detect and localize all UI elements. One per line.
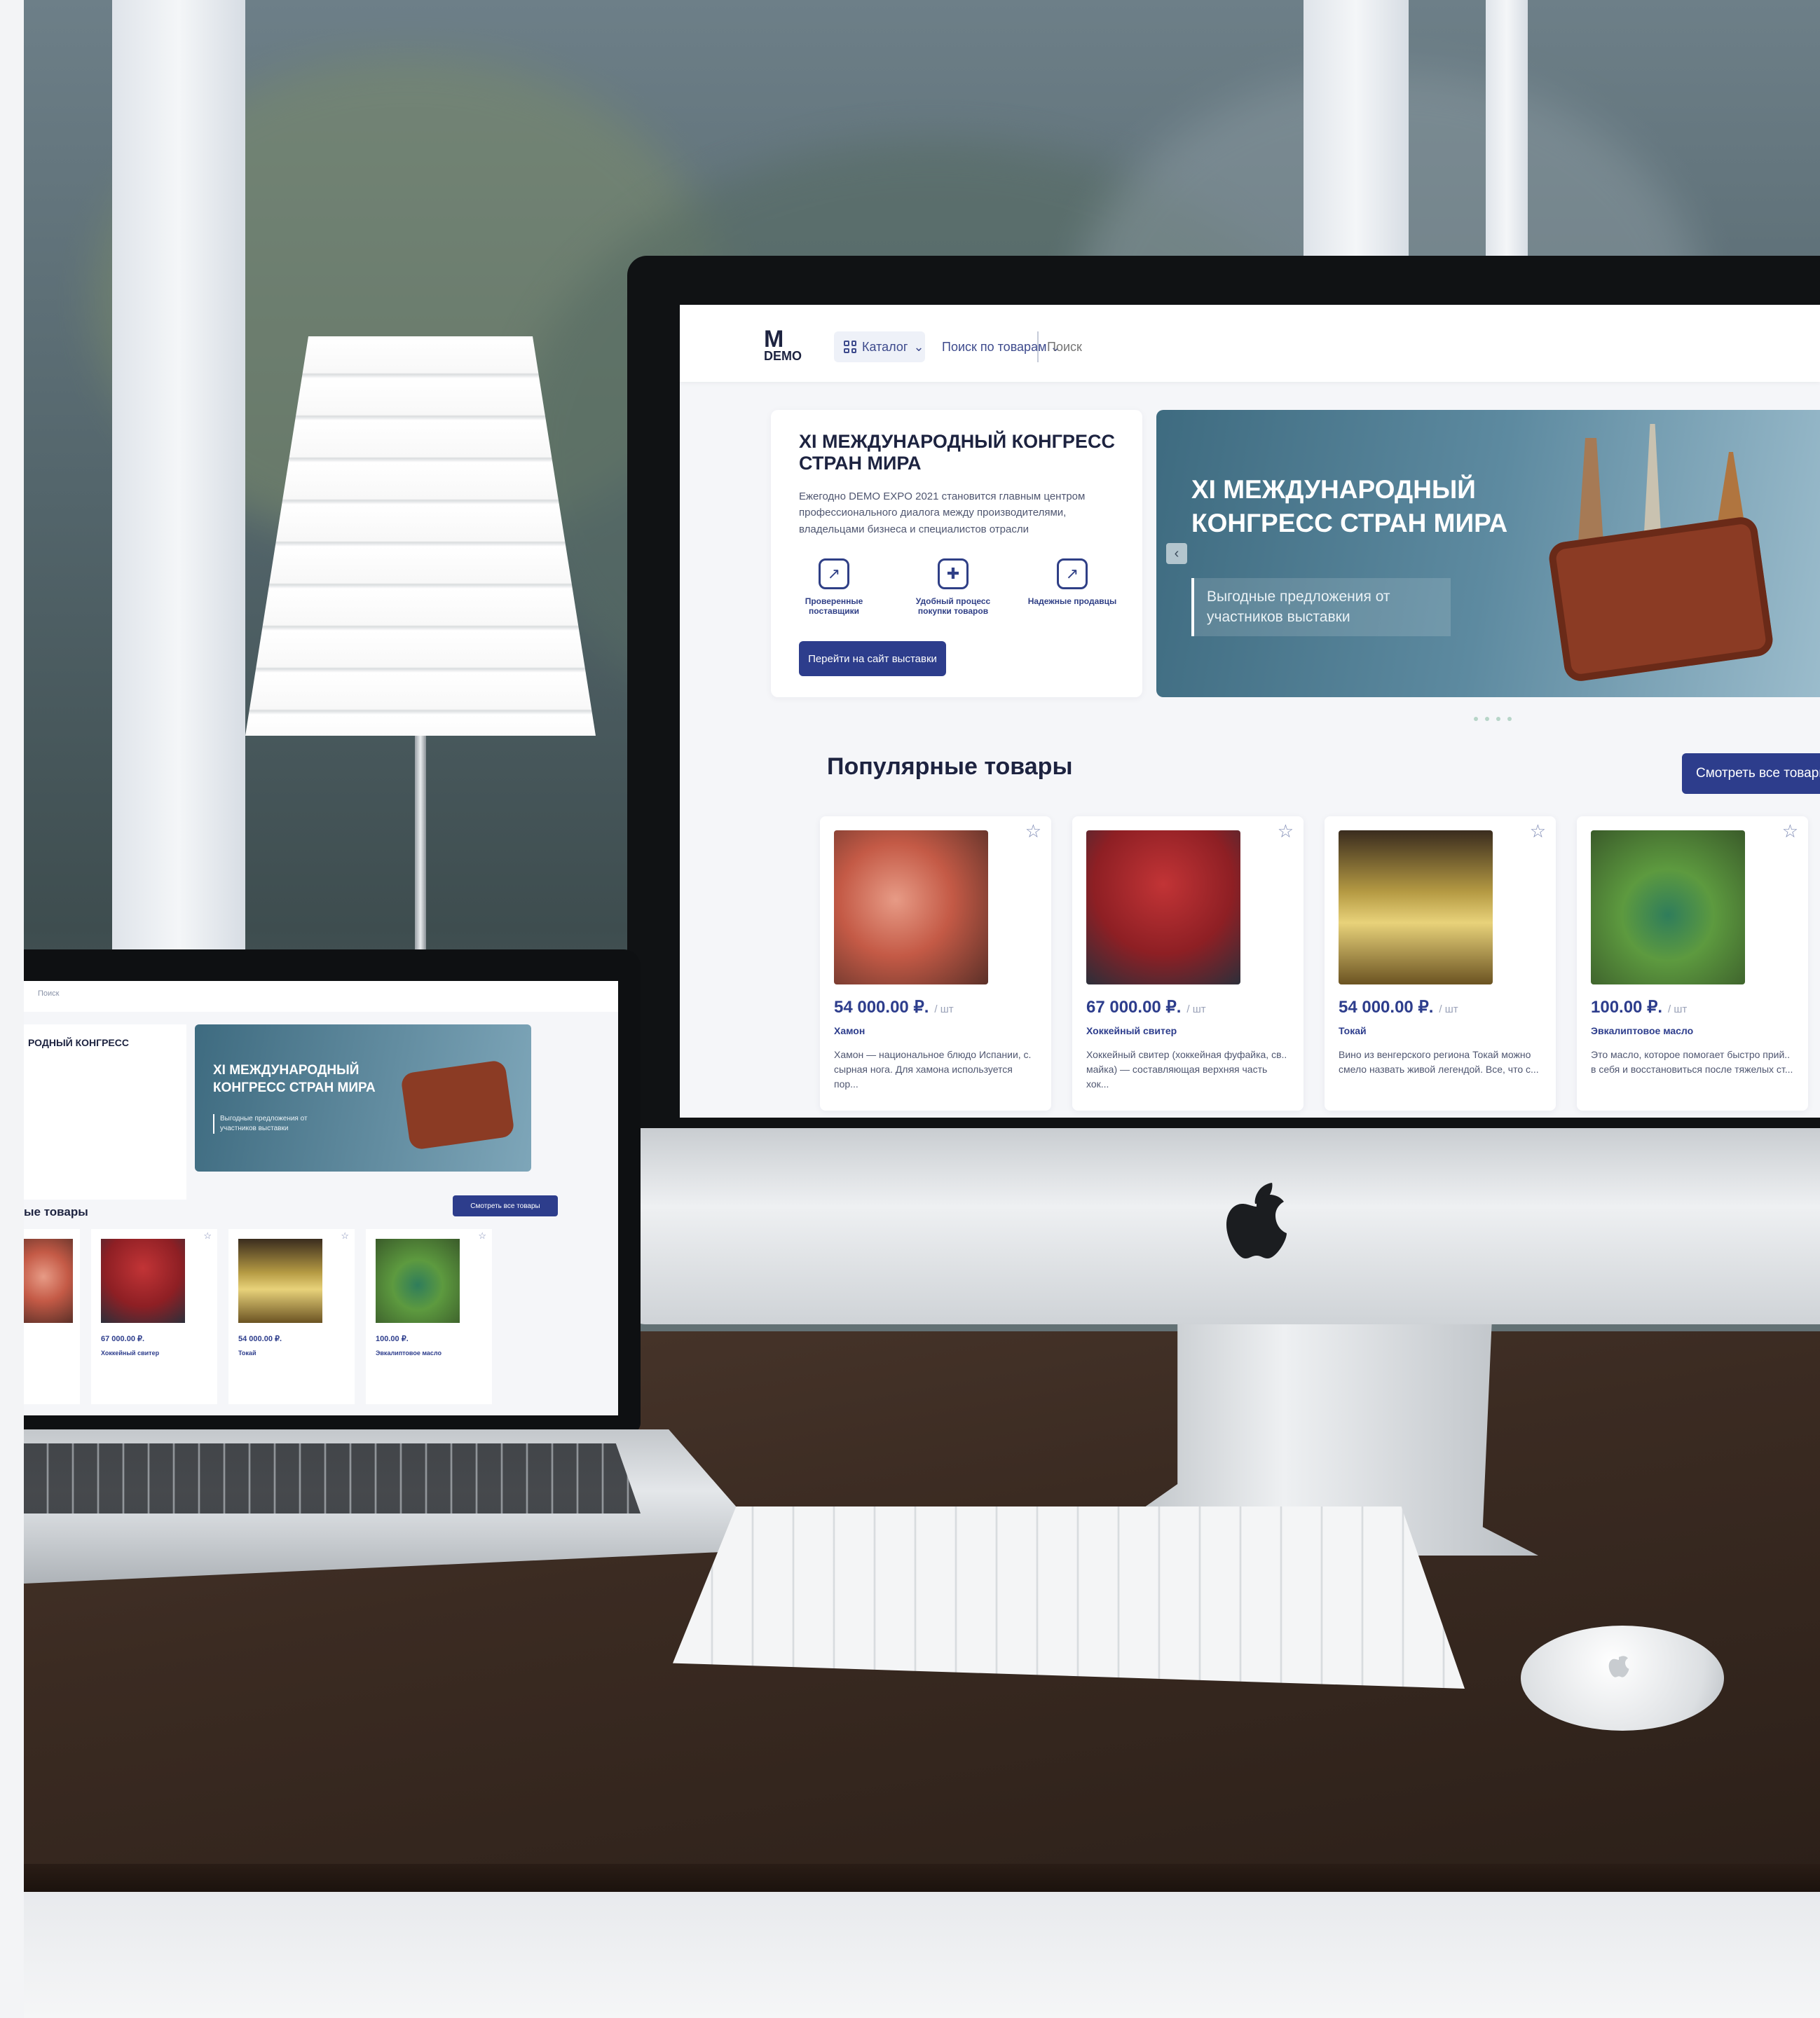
feature-purchase: ✚ Удобный процесс покупки товаров: [904, 558, 1002, 617]
feature-suppliers: ↗ Проверенные поставщики: [785, 558, 883, 617]
site-header: M DEMO Каталог ⌄ Поиск по товарам ⌄: [680, 305, 1820, 382]
keyboard: [673, 1506, 1465, 1689]
product-image[interactable]: [376, 1239, 460, 1323]
window-frame: [1304, 0, 1409, 294]
product-image[interactable]: [238, 1239, 322, 1323]
laptop-keyboard: [24, 1443, 641, 1514]
popular-section-title: Популярные товары: [827, 753, 1073, 780]
product-name[interactable]: Токай: [1339, 1025, 1367, 1036]
product-list: ☆ 54 000.00 ₽. / шт Хамон Хамон — национа…: [820, 816, 1820, 1118]
laptop-product-card[interactable]: ☆ 67 000.00 ₽. Хоккейный свитер: [91, 1229, 217, 1404]
feature-label: Надежные продавцы: [1027, 596, 1117, 606]
laptop-hero-banner[interactable]: XI МЕЖДУНАРОДНЫЙ КОНГРЕСС СТРАН МИРА Выг…: [195, 1024, 531, 1172]
product-price: 100.00 ₽. / шт: [1591, 998, 1688, 1017]
chart-icon: ↗: [819, 558, 849, 589]
apple-logo-icon: [1226, 1183, 1287, 1258]
chart-icon: ↗: [1057, 558, 1088, 589]
carousel-dots[interactable]: [1472, 717, 1514, 721]
logo-text: DEMO: [764, 349, 802, 363]
hero-banner[interactable]: XI МЕЖДУНАРОДНЫЙ КОНГРЕСС СТРАН МИРА Выг…: [1156, 410, 1820, 697]
view-all-products-button[interactable]: Смотреть все товары: [1682, 753, 1820, 794]
star-icon[interactable]: ☆: [1782, 821, 1798, 842]
product-name[interactable]: Хоккейный свитер: [1086, 1025, 1177, 1036]
product-name[interactable]: Эвкалиптовое масло: [376, 1350, 442, 1357]
intro-title: XI МЕЖДУНАРОДНЫЙ КОНГРЕСС СТРАН МИРА: [799, 431, 1115, 474]
product-description: Вино из венгерского региона Токай можно …: [1339, 1049, 1539, 1075]
product-image[interactable]: [1591, 830, 1745, 984]
product-price: 54 000.00 ₽.: [238, 1335, 282, 1343]
feature-label: Удобный процесс покупки товаров: [915, 596, 991, 617]
floor: [24, 1892, 1820, 2018]
product-price: 100.00 ₽.: [376, 1335, 409, 1343]
product-card[interactable]: ☆ 100.00 ₽. / шт Эвкалиптовое масло Это м…: [1577, 816, 1808, 1111]
chevron-left-icon[interactable]: ‹: [1166, 543, 1187, 564]
product-image[interactable]: [101, 1239, 185, 1323]
banner-title: XI МЕЖДУНАРОДНЫЙ КОНГРЕСС СТРАН МИРА: [1191, 475, 1508, 538]
star-icon[interactable]: ☆: [478, 1230, 486, 1242]
laptop-search-label[interactable]: Поиск: [38, 989, 59, 998]
laptop-product-card[interactable]: ☆ 54 000.00 ₽. Токай: [228, 1229, 355, 1404]
laptop-intro-card: РОДНЫЙ КОНГРЕСС: [24, 1024, 186, 1200]
laptop-banner-title: XI МЕЖДУНАРОДНЫЙ КОНГРЕСС СТРАН МИРА: [213, 1063, 376, 1095]
catalog-button[interactable]: Каталог ⌄: [834, 331, 925, 362]
site-logo[interactable]: M DEMO: [764, 326, 802, 364]
product-image[interactable]: [834, 830, 988, 984]
gamepad-icon: ✚: [938, 558, 969, 589]
desk-edge: [24, 1864, 1820, 1892]
chevron-down-icon: ⌄: [913, 339, 924, 354]
feature-sellers: ↗ Надежные продавцы: [1023, 558, 1121, 606]
intro-card: XI МЕЖДУНАРОДНЫЙ КОНГРЕСС СТРАН МИРА Еже…: [771, 410, 1142, 697]
product-description: Хоккейный свитер (хоккейная фуфайка, св.…: [1086, 1049, 1287, 1090]
product-card[interactable]: ☆ 67 000.00 ₽. / шт Хоккейный свитер Хокк…: [1072, 816, 1304, 1111]
product-price: 54 000.00 ₽. / шт: [834, 998, 954, 1017]
product-image[interactable]: [24, 1239, 73, 1323]
catalog-label: Каталог: [862, 339, 908, 354]
laptop-intro-title: РОДНЫЙ КОНГРЕСС: [28, 1037, 129, 1048]
product-name[interactable]: Хоккейный свитер: [101, 1350, 159, 1357]
intro-text: Ежегодно DEMO EXPO 2021 становится главн…: [799, 490, 1086, 535]
banner-subtitle: Выгодные предложения от участников выста…: [1191, 578, 1451, 636]
wall: [0, 0, 24, 2018]
expo-site-button[interactable]: Перейти на сайт выставки: [799, 641, 946, 676]
product-card[interactable]: ☆ 54 000.00 ₽. / шт Хамон Хамон — национа…: [820, 816, 1051, 1111]
laptop-site-header: Поиск: [24, 981, 618, 1012]
product-card[interactable]: ☆ 54 000.00 ₽. / шт Токай Вино из венгерс…: [1325, 816, 1556, 1111]
product-description: Хамон — национальное блюдо Испании, с. с…: [834, 1049, 1032, 1090]
star-icon[interactable]: ☆: [1025, 821, 1041, 842]
window-frame: [1486, 0, 1528, 280]
star-icon[interactable]: ☆: [341, 1230, 349, 1242]
product-price: 67 000.00 ₽.: [101, 1335, 145, 1343]
laptop-product-card[interactable]: [24, 1229, 80, 1404]
laptop-screen: Поиск РОДНЫЙ КОНГРЕСС XI МЕЖДУНАРОДНЫЙ К…: [24, 981, 618, 1415]
imac-screen: M DEMO Каталог ⌄ Поиск по товарам ⌄ XI М…: [680, 305, 1820, 1118]
apple-logo-icon: [1608, 1656, 1629, 1677]
product-name[interactable]: Эвкалиптовое масло: [1591, 1025, 1693, 1036]
mouse: [1521, 1626, 1724, 1731]
product-price: 67 000.00 ₽. / шт: [1086, 998, 1206, 1017]
product-name[interactable]: Хамон: [834, 1025, 865, 1036]
workspace-scene: M DEMO Каталог ⌄ Поиск по товарам ⌄ XI М…: [0, 0, 1820, 2018]
laptop-product-list: ☆ 67 000.00 ₽. Хоккейный свитер ☆ 54 000…: [24, 1229, 618, 1411]
star-icon[interactable]: ☆: [1530, 821, 1546, 842]
laptop-product-card[interactable]: ☆ 100.00 ₽. Эвкалиптовое масло: [366, 1229, 492, 1404]
product-image[interactable]: [1086, 830, 1240, 984]
search-scope-label: Поиск по товарам: [942, 339, 1047, 354]
product-image[interactable]: [1339, 830, 1493, 984]
laptop-view-all-button[interactable]: Смотреть все товары: [453, 1195, 558, 1216]
laptop-banner-subtitle: Выгодные предложения от участников выста…: [213, 1114, 339, 1134]
star-icon[interactable]: ☆: [203, 1230, 212, 1242]
star-icon[interactable]: ☆: [1278, 821, 1294, 842]
suitcase-illustration: [400, 1059, 515, 1151]
grid-icon: [844, 341, 856, 353]
imac-chin: [627, 1128, 1820, 1324]
product-description: Это масло, которое помогает быстро прий.…: [1591, 1049, 1793, 1075]
feature-label: Проверенные поставщики: [805, 596, 863, 617]
product-price: 54 000.00 ₽. / шт: [1339, 998, 1458, 1017]
suitcase-illustration: [1547, 515, 1775, 683]
search-input[interactable]: [1037, 331, 1794, 362]
product-name[interactable]: Токай: [238, 1350, 256, 1357]
laptop-section-title: ые товары: [24, 1205, 88, 1219]
